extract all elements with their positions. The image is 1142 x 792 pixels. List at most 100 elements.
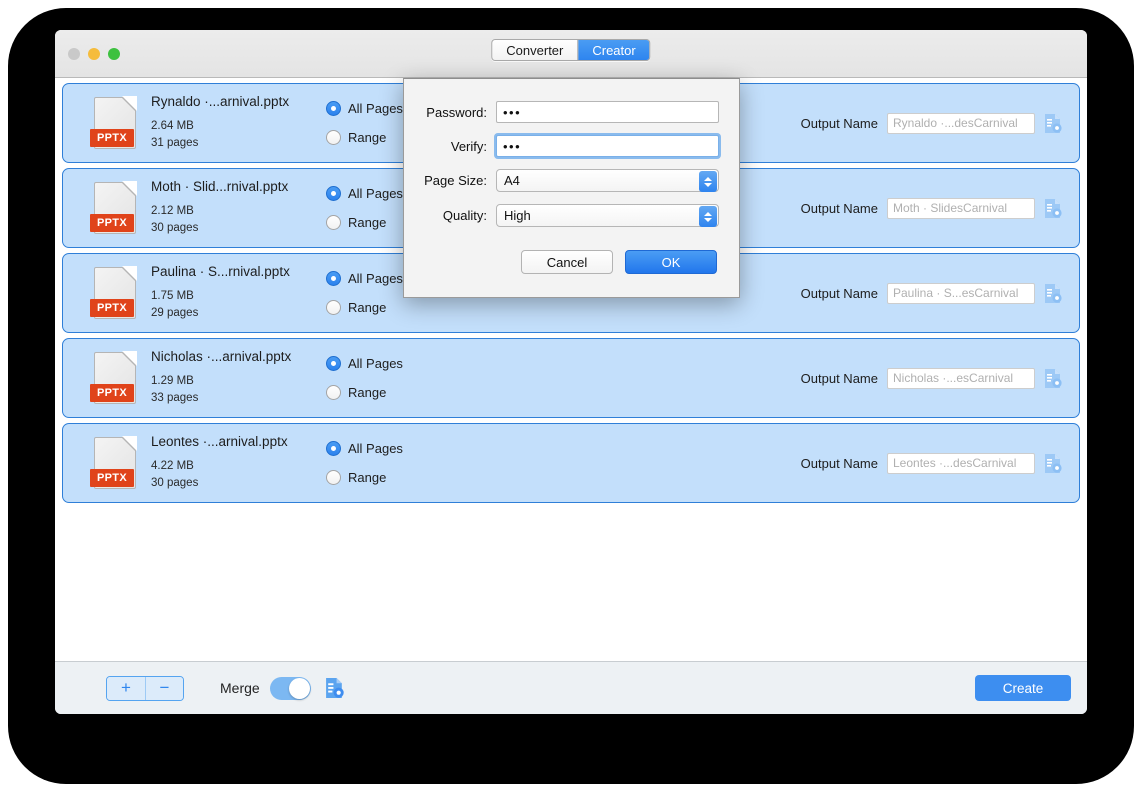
create-button[interactable]: Create [975,675,1071,701]
radio-all-pages-icon[interactable] [326,356,341,371]
file-meta: Nicholas ·...arnival.pptx 1.29 MB 33 pag… [151,349,321,407]
file-name: Rynaldo ·...arnival.pptx [151,94,290,109]
output-name-input[interactable]: Nicholas ·...esCarnival [887,367,1035,389]
output-name-input[interactable]: Paulina · S...esCarnival [887,282,1035,304]
output-name-group: Output Name Nicholas ·...esCarnival [800,367,1063,389]
table-row[interactable]: PPTX Leontes ·...arnival.pptx 4.22 MB 30… [62,423,1080,503]
file-pages: 30 pages [151,222,199,234]
file-name: Nicholas ·...arnival.pptx [151,349,292,364]
file-meta: Rynaldo ·...arnival.pptx 2.64 MB 31 page… [151,94,321,152]
quality-value: High [504,208,531,223]
tab-converter[interactable]: Converter [492,40,578,60]
radio-range-icon[interactable] [326,130,341,145]
page-size-row: Page Size: A4 [404,169,719,192]
add-file-button[interactable]: + [107,676,145,700]
pptx-file-icon: PPTX [90,266,137,319]
output-name-label: Output Name [800,455,878,471]
chevron-updown-icon[interactable] [699,171,717,192]
traffic-lights [68,48,120,60]
radio-all-pages[interactable]: All Pages [326,349,456,378]
radio-all-pages[interactable]: All Pages [326,434,456,463]
radio-range-icon[interactable] [326,385,341,400]
file-name: Leontes ·...arnival.pptx [151,434,288,449]
file-pages: 31 pages [151,137,199,149]
radio-range-label: Range [348,215,387,230]
mode-tabs: Converter Creator [491,39,651,61]
ok-button[interactable]: OK [625,250,717,274]
quality-label: Quality: [442,208,487,223]
add-remove-segmented: + − [106,675,184,701]
quality-row: Quality: High [404,204,719,227]
document-gear-icon[interactable] [1044,368,1063,389]
output-name-group: Output Name Leontes ·...desCarnival [800,452,1063,474]
radio-all-pages-icon[interactable] [326,101,341,116]
pptx-badge-label: PPTX [90,384,134,402]
document-gear-icon[interactable] [1044,283,1063,304]
password-field-row: Password: ••• [404,101,719,123]
page-range-group: All Pages Range [326,349,456,407]
tab-creator[interactable]: Creator [577,40,650,60]
chevron-updown-icon[interactable] [699,206,717,227]
remove-file-button[interactable]: − [145,676,183,700]
output-name-group: Output Name Moth · SlidesCarnival [801,197,1063,219]
pptx-badge-label: PPTX [90,299,134,317]
radio-range[interactable]: Range [326,378,456,407]
file-name: Moth · Slid...rnival.pptx [151,179,289,194]
merge-toggle-knob [288,677,310,699]
bottom-toolbar: + − Merge Create [55,661,1087,714]
radio-range-label: Range [348,385,387,400]
table-row[interactable]: PPTX Nicholas ·...arnival.pptx 1.29 MB 3… [62,338,1080,418]
pptx-file-icon: PPTX [90,436,137,489]
minimize-window-icon[interactable] [88,48,100,60]
file-size: 2.12 MB [151,205,194,217]
radio-range-label: Range [348,130,387,145]
close-window-icon[interactable] [68,48,80,60]
document-gear-icon[interactable] [325,677,345,699]
file-meta: Moth · Slid...rnival.pptx 2.12 MB 30 pag… [151,179,321,237]
merge-toggle[interactable] [269,676,311,700]
radio-range-icon[interactable] [326,470,341,485]
zoom-window-icon[interactable] [108,48,120,60]
document-gear-icon[interactable] [1044,113,1063,134]
output-name-input[interactable]: Moth · SlidesCarnival [887,197,1035,219]
password-input[interactable]: ••• [496,101,719,123]
page-size-value: A4 [504,173,520,188]
file-size: 1.75 MB [151,290,194,302]
radio-all-pages-label: All Pages [348,356,403,371]
cancel-button[interactable]: Cancel [521,250,613,274]
radio-all-pages-label: All Pages [348,271,403,286]
radio-range-label: Range [348,300,387,315]
document-gear-icon[interactable] [1044,198,1063,219]
radio-all-pages-icon[interactable] [326,271,341,286]
output-name-label: Output Name [800,370,878,386]
file-name: Paulina · S...rnival.pptx [151,264,290,279]
output-name-label: Output Name [800,285,878,301]
radio-all-pages-icon[interactable] [326,441,341,456]
output-name-input[interactable]: Leontes ·...desCarnival [887,452,1035,474]
output-name-group: Output Name Paulina · S...esCarnival [800,282,1063,304]
file-size: 4.22 MB [151,460,194,472]
file-size: 2.64 MB [151,120,194,132]
radio-range-icon[interactable] [326,300,341,315]
screen: Converter Creator PPTX Rynaldo ·...arniv… [0,0,1142,792]
verify-field-row: Verify: ••• [404,133,721,159]
output-name-group: Output Name Rynaldo ·...desCarnival [801,112,1063,134]
file-meta: Leontes ·...arnival.pptx 4.22 MB 30 page… [151,434,321,492]
document-gear-icon[interactable] [1044,453,1063,474]
radio-all-pages-icon[interactable] [326,186,341,201]
pptx-badge-label: PPTX [90,129,134,147]
radio-all-pages-label: All Pages [348,441,403,456]
radio-all-pages-label: All Pages [348,101,403,116]
radio-range[interactable]: Range [326,463,456,492]
page-size-select[interactable]: A4 [496,169,719,192]
title-bar: Converter Creator [55,30,1087,78]
output-name-input[interactable]: Rynaldo ·...desCarnival [887,112,1035,134]
page-size-label: Page Size: [424,173,487,188]
verify-input[interactable]: ••• [494,133,721,159]
quality-select[interactable]: High [496,204,719,227]
file-size: 1.29 MB [151,375,194,387]
file-meta: Paulina · S...rnival.pptx 1.75 MB 29 pag… [151,264,321,322]
radio-range-icon[interactable] [326,215,341,230]
radio-range-label: Range [348,470,387,485]
merge-label: Merge [220,680,260,696]
